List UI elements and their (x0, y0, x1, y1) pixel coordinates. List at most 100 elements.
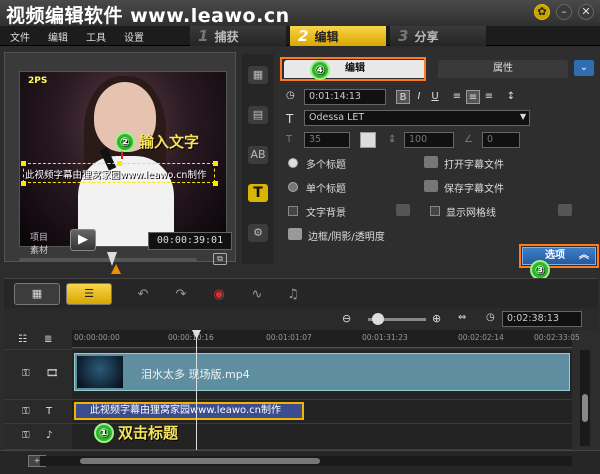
resize-handle[interactable] (117, 161, 122, 166)
annotation-4: ④ (310, 60, 330, 80)
preview-controls: 项目 素材 ▶ 00:00:39:01 (4, 226, 236, 262)
title-tool-icon[interactable]: T (248, 184, 268, 202)
video-preview[interactable]: 2PS (19, 71, 227, 247)
redo-icon[interactable]: ↷ (172, 287, 190, 303)
title-clip[interactable]: 此视频字幕由狸窝家园www.leawo.cn制作 (74, 402, 304, 420)
mode-clip-label[interactable]: 素材 (30, 245, 48, 258)
lock-track-icon[interactable]: ⚿ (22, 368, 30, 379)
angle-field[interactable]: 0 (482, 132, 520, 148)
resize-handle[interactable] (213, 181, 218, 186)
multi-title-radio[interactable] (288, 158, 298, 168)
zoom-slider-knob[interactable] (372, 313, 384, 325)
video-clip[interactable]: 泪水太多 现场版.mp4 (74, 353, 570, 391)
ruler-tick: 00:00:00:00 (74, 333, 120, 342)
media-library-icon[interactable]: ▦ (248, 66, 268, 84)
close-button[interactable]: ✕ (578, 4, 594, 20)
ruler-tick: 00:02:33:05 (534, 333, 580, 342)
single-title-radio[interactable] (288, 182, 298, 192)
border-shadow-icon[interactable] (288, 228, 302, 240)
save-subtitle-icon[interactable] (424, 180, 438, 192)
collapse-options-icon[interactable]: ⌄ (574, 60, 594, 76)
playhead[interactable] (196, 332, 197, 450)
line-spacing-select[interactable]: 100 (404, 132, 454, 148)
align-center-icon[interactable]: ≡ (466, 90, 480, 104)
italic-button[interactable]: I (412, 90, 426, 104)
show-grid-checkbox[interactable] (430, 206, 440, 216)
resize-handle[interactable] (213, 161, 218, 166)
transition-icon[interactable]: ▤ (248, 106, 268, 124)
menu-edit[interactable]: 编辑 (48, 29, 68, 44)
video-track[interactable]: 泪水太多 现场版.mp4 (72, 350, 572, 400)
menu-tools[interactable]: 工具 (86, 29, 106, 44)
timeline-ruler[interactable]: 00:00:00:00 00:00:10:16 00:01:01:07 00:0… (72, 330, 580, 348)
open-subtitle-label[interactable]: 打开字幕文件 (444, 156, 504, 171)
tab-properties[interactable]: 属性 (438, 60, 568, 78)
bold-button[interactable]: B (396, 90, 410, 104)
play-button[interactable]: ▶ (70, 229, 96, 251)
record-capture-icon[interactable]: ◉ (210, 287, 228, 303)
font-select[interactable]: Odessa LET (304, 110, 530, 126)
lock-track-icon[interactable]: ⚿ (22, 406, 30, 417)
annotation-2: ② 输入文字 (115, 131, 199, 152)
line-spacing-icon: ↨ (388, 134, 397, 145)
font-icon: T (286, 112, 294, 126)
show-grid-label: 显示网格线 (446, 208, 496, 219)
zoom-in-icon[interactable]: ⊕ (432, 312, 441, 325)
font-size-select[interactable]: 35 (304, 132, 350, 148)
duration-field[interactable]: 0:01:14:13 (304, 89, 386, 105)
align-right-icon[interactable]: ≡ (482, 90, 496, 104)
background-settings-icon[interactable] (396, 204, 410, 216)
video-track-header: ⚿ 🎞 (4, 350, 72, 400)
timeline-view-button[interactable]: ☰ (66, 283, 112, 305)
chevron-down-icon: ▼ (520, 112, 527, 121)
zoom-out-icon[interactable]: ⊖ (342, 312, 351, 325)
mode-labels: 项目 素材 (30, 232, 48, 258)
resize-handle[interactable] (21, 161, 26, 166)
text-background-checkbox[interactable] (288, 206, 298, 216)
undo-icon[interactable]: ↶ (134, 287, 152, 303)
auto-music-icon[interactable]: ♫ (284, 287, 302, 303)
lock-track-icon[interactable]: ⚿ (22, 430, 30, 441)
project-duration-field[interactable]: 0:02:38:13 (502, 311, 582, 327)
font-color-swatch[interactable] (360, 132, 376, 148)
mode-project-label[interactable]: 项目 (30, 232, 48, 245)
minimize-button[interactable]: – (556, 4, 572, 20)
menu-settings[interactable]: 设置 (124, 29, 144, 44)
step-label: 编辑 (314, 30, 339, 44)
border-shadow-label[interactable]: 边框/阴影/透明度 (308, 228, 385, 243)
underline-button[interactable]: U (428, 90, 442, 104)
annotation-1: ① 双击标题 (94, 422, 178, 443)
annotation-3: ③ (530, 260, 550, 280)
text-direction-icon[interactable]: ↕ (504, 90, 518, 104)
effects-icon[interactable]: ⚙ (248, 224, 268, 242)
menu-bar: 文件 编辑 工具 设置 1 捕获 2 编辑 3 分享 (0, 26, 600, 46)
storyboard-view-button[interactable]: ▦ (14, 283, 60, 305)
horizontal-scroll-thumb[interactable] (80, 458, 320, 464)
menu-file[interactable]: 文件 (10, 29, 30, 44)
audio-mixer-icon[interactable]: ∿ (248, 287, 266, 303)
step-number: 1 (198, 27, 209, 45)
align-left-icon[interactable]: ≡ (450, 90, 464, 104)
chapter-list-icon[interactable]: ≣ (44, 334, 52, 345)
filter-icon[interactable]: AB (248, 146, 268, 164)
track-manager-icon[interactable]: ☷ (18, 334, 27, 345)
resize-handle[interactable] (21, 181, 26, 186)
vertical-scroll-thumb[interactable] (582, 394, 588, 422)
open-subtitle-icon[interactable] (424, 156, 438, 168)
grid-settings-icon[interactable] (558, 204, 572, 216)
step-capture-tab[interactable]: 1 捕获 (190, 26, 286, 46)
trim-marker[interactable] (111, 264, 121, 274)
clip-thumbnail (77, 356, 123, 388)
title-track[interactable]: 此视频字幕由狸窝家园www.leawo.cn制作 (72, 400, 572, 424)
step-edit-tab[interactable]: 2 编辑 (290, 26, 386, 46)
options-panel: 编辑 属性 ⌄ ④ ◷ 0:01:14:13 B I U ≡ ≡ ≡ ↕ T O… (278, 54, 598, 264)
stage-logo: 2PS (28, 76, 48, 86)
step-share-tab[interactable]: 3 分享 (390, 26, 486, 46)
ruler-tick: 00:00:10:16 (168, 333, 214, 342)
save-subtitle-label[interactable]: 保存字幕文件 (444, 180, 504, 195)
preview-timecode[interactable]: 00:00:39:01 (148, 232, 232, 250)
single-title-label: 单个标题 (306, 184, 346, 195)
annotation-badge: ③ (530, 260, 550, 280)
video-editor-window: 视频编辑软件 www.leawo.cn ✿ – ✕ 文件 编辑 工具 设置 1捕… (0, 0, 600, 474)
fit-project-icon[interactable]: ⇔ (458, 312, 466, 323)
